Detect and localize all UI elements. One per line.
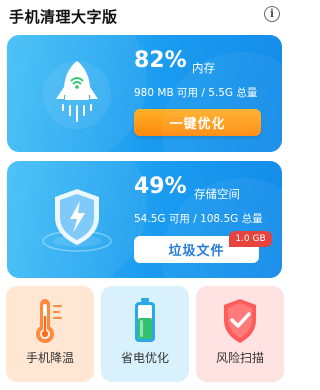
memory-card[interactable]: 82% 内存 980 MB 可用 / 5.5G 总量 一键优化 [7,35,282,152]
shield-lightning-icon [42,189,112,252]
one-click-optimize-button[interactable]: 一键优化 [134,109,261,136]
junk-files-button[interactable]: 垃圾文件 [134,236,259,263]
app-title: 手机清理大字版 [9,8,118,26]
tool-label-battery: 省电优化 [120,351,169,365]
battery-icon [135,298,155,342]
shield-check-icon [224,299,256,343]
storage-card[interactable]: 49% 存储空间 54.5G 可用 / 108.5G 总量 垃圾文件 1.0 G… [7,161,282,278]
memory-label: 内存 [192,61,215,75]
tool-tile-battery[interactable]: 省电优化 [101,286,189,382]
memory-percent: 82% [134,48,187,73]
info-icon[interactable]: i [264,6,280,22]
rocket-icon [43,61,111,129]
tool-label-risk-scan: 风险扫描 [215,351,264,365]
tool-label-cooling: 手机降温 [25,351,74,365]
tool-tile-risk-scan[interactable]: 风险扫描 [196,286,284,382]
junk-size-badge: 1.0 GB [229,231,272,247]
memory-detail: 980 MB 可用 / 5.5G 总量 [134,87,258,99]
storage-detail: 54.5G 可用 / 108.5G 总量 [134,213,263,225]
storage-percent: 49% [134,174,187,199]
thermometer-icon [36,299,62,343]
storage-label: 存储空间 [194,187,240,201]
tool-tile-cooling[interactable]: 手机降温 [6,286,94,382]
